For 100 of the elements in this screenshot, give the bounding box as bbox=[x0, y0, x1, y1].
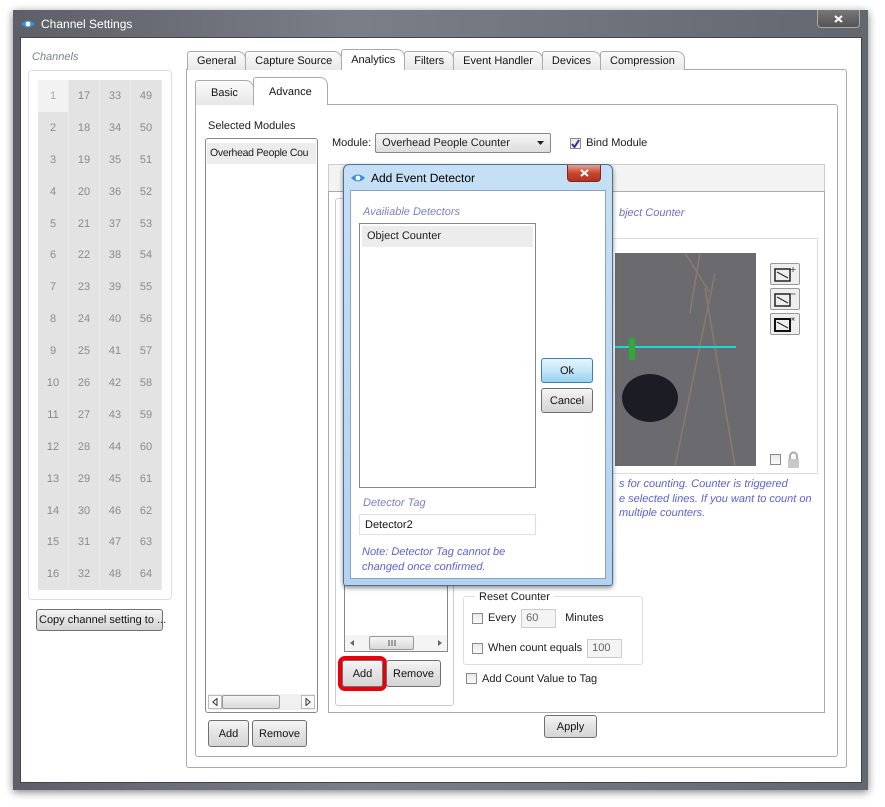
channel-cell[interactable]: 30 bbox=[69, 494, 100, 526]
channel-cell[interactable]: 40 bbox=[100, 303, 131, 336]
close-button[interactable] bbox=[817, 10, 860, 28]
cancel-button[interactable]: Cancel bbox=[541, 388, 593, 413]
channel-cell[interactable]: 24 bbox=[69, 303, 100, 336]
channel-cell[interactable]: 41 bbox=[100, 335, 131, 368]
channel-cell[interactable]: 27 bbox=[69, 398, 100, 431]
channel-cell[interactable]: 23 bbox=[69, 271, 100, 304]
channel-cell[interactable]: 35 bbox=[100, 144, 131, 176]
tab[interactable]: Capture Source bbox=[245, 51, 342, 70]
checkbox[interactable] bbox=[472, 612, 483, 624]
channel-cell[interactable]: 44 bbox=[100, 430, 131, 463]
channel-cell[interactable]: 1 bbox=[38, 80, 69, 112]
module-button[interactable]: Add bbox=[208, 720, 249, 747]
checkbox[interactable] bbox=[570, 138, 582, 148]
channel-cell[interactable]: 20 bbox=[69, 176, 100, 208]
apply-button[interactable]: Apply bbox=[544, 715, 597, 738]
channel-cell[interactable]: 12 bbox=[38, 430, 69, 463]
horizontal-scrollbar[interactable] bbox=[208, 694, 315, 710]
channel-cell[interactable]: 53 bbox=[131, 208, 162, 240]
tab[interactable]: General bbox=[187, 51, 246, 70]
channel-cell[interactable]: 13 bbox=[38, 462, 69, 495]
channel-cell[interactable]: 7 bbox=[38, 271, 69, 304]
channel-cell[interactable]: 26 bbox=[69, 367, 100, 399]
channel-cell[interactable]: 21 bbox=[69, 208, 100, 240]
channel-cell[interactable]: 9 bbox=[38, 335, 69, 368]
copy-channel-button[interactable]: Copy channel setting to ... bbox=[36, 609, 163, 631]
channel-cell[interactable]: 6 bbox=[38, 239, 69, 272]
close-button[interactable] bbox=[567, 165, 601, 182]
channel-cell[interactable]: 62 bbox=[131, 494, 162, 526]
channel-cell[interactable]: 57 bbox=[131, 335, 162, 368]
channel-cell[interactable]: 29 bbox=[69, 462, 100, 495]
tab[interactable]: Devices bbox=[542, 51, 602, 70]
channel-cell[interactable]: 47 bbox=[100, 526, 131, 558]
channel-cell[interactable]: 61 bbox=[131, 462, 162, 495]
channel-cell[interactable]: 34 bbox=[100, 112, 131, 144]
tab[interactable]: Filters bbox=[404, 51, 454, 70]
channel-cell[interactable]: 39 bbox=[100, 271, 131, 304]
channel-cell[interactable]: 10 bbox=[38, 367, 69, 399]
channel-cell[interactable]: 37 bbox=[100, 208, 131, 240]
module-dropdown[interactable]: Overhead People Counter bbox=[375, 133, 552, 153]
channel-cell[interactable]: 58 bbox=[131, 367, 162, 399]
channel-cell[interactable]: 49 bbox=[131, 80, 162, 112]
channel-cell[interactable]: 51 bbox=[131, 144, 162, 176]
tab[interactable]: Event Handler bbox=[453, 51, 543, 70]
list-item[interactable]: Object Counter bbox=[362, 226, 533, 247]
reset-counter-title: Reset Counter bbox=[478, 590, 551, 602]
tab[interactable]: Advance bbox=[252, 77, 328, 105]
channel-cell[interactable]: 56 bbox=[131, 303, 162, 336]
channel-cell[interactable]: 48 bbox=[100, 558, 131, 590]
channel-cell[interactable]: 19 bbox=[69, 144, 100, 176]
channel-cell[interactable]: 14 bbox=[38, 494, 69, 526]
channel-cell[interactable]: 22 bbox=[69, 239, 100, 272]
list-item[interactable]: Overhead People Cou bbox=[207, 143, 316, 164]
channel-cell[interactable]: 42 bbox=[100, 367, 131, 399]
remove-line-button[interactable] bbox=[770, 288, 800, 310]
channel-cell[interactable]: 38 bbox=[100, 239, 131, 272]
channel-cell[interactable]: 33 bbox=[100, 80, 131, 112]
channel-cell[interactable]: 55 bbox=[131, 271, 162, 304]
channel-cell[interactable]: 8 bbox=[38, 303, 69, 336]
checkbox[interactable] bbox=[770, 454, 781, 465]
channel-cell[interactable]: 60 bbox=[131, 430, 162, 463]
tab[interactable]: Analytics bbox=[341, 49, 406, 70]
checkbox[interactable] bbox=[466, 673, 477, 684]
checkbox[interactable] bbox=[472, 642, 483, 654]
scroll-thumb[interactable] bbox=[369, 636, 414, 650]
channel-cell[interactable]: 16 bbox=[38, 558, 69, 590]
channel-cell[interactable]: 54 bbox=[131, 239, 162, 272]
channel-cell[interactable]: 4 bbox=[38, 176, 69, 208]
channel-cell[interactable]: 25 bbox=[69, 335, 100, 368]
add-line-button[interactable] bbox=[770, 263, 800, 285]
channel-cell[interactable]: 17 bbox=[69, 80, 100, 112]
channel-cell[interactable]: 63 bbox=[131, 526, 162, 558]
channel-cell[interactable]: 50 bbox=[131, 112, 162, 144]
channel-cell[interactable]: 18 bbox=[69, 112, 100, 144]
scroll-left-icon[interactable] bbox=[208, 695, 222, 709]
horizontal-scrollbar[interactable] bbox=[345, 635, 447, 651]
channel-cell[interactable]: 32 bbox=[69, 558, 100, 590]
ok-button[interactable]: Ok bbox=[541, 358, 593, 383]
clear-line-button[interactable] bbox=[770, 313, 800, 335]
channel-cell[interactable]: 46 bbox=[100, 494, 131, 526]
tab[interactable]: Compression bbox=[600, 51, 685, 70]
channel-cell[interactable]: 2 bbox=[38, 112, 69, 144]
channel-cell[interactable]: 28 bbox=[69, 430, 100, 463]
channel-cell[interactable]: 3 bbox=[38, 144, 69, 176]
channel-cell[interactable]: 52 bbox=[131, 176, 162, 208]
scroll-right-icon[interactable] bbox=[301, 695, 315, 709]
detector-tag-field[interactable]: Detector2 bbox=[359, 514, 536, 535]
channel-cell[interactable]: 31 bbox=[69, 526, 100, 558]
channel-cell[interactable]: 64 bbox=[131, 558, 162, 590]
channel-cell[interactable]: 45 bbox=[100, 462, 131, 495]
module-button[interactable]: Remove bbox=[252, 720, 307, 747]
tab[interactable]: Basic bbox=[195, 80, 254, 105]
channel-cell[interactable]: 11 bbox=[38, 398, 69, 431]
channel-cell[interactable]: 15 bbox=[38, 526, 69, 558]
channel-cell[interactable]: 36 bbox=[100, 176, 131, 208]
channel-cell[interactable]: 59 bbox=[131, 398, 162, 431]
remove-detector-button[interactable]: Remove bbox=[386, 660, 441, 687]
channel-cell[interactable]: 5 bbox=[38, 208, 69, 240]
channel-cell[interactable]: 43 bbox=[100, 398, 131, 431]
